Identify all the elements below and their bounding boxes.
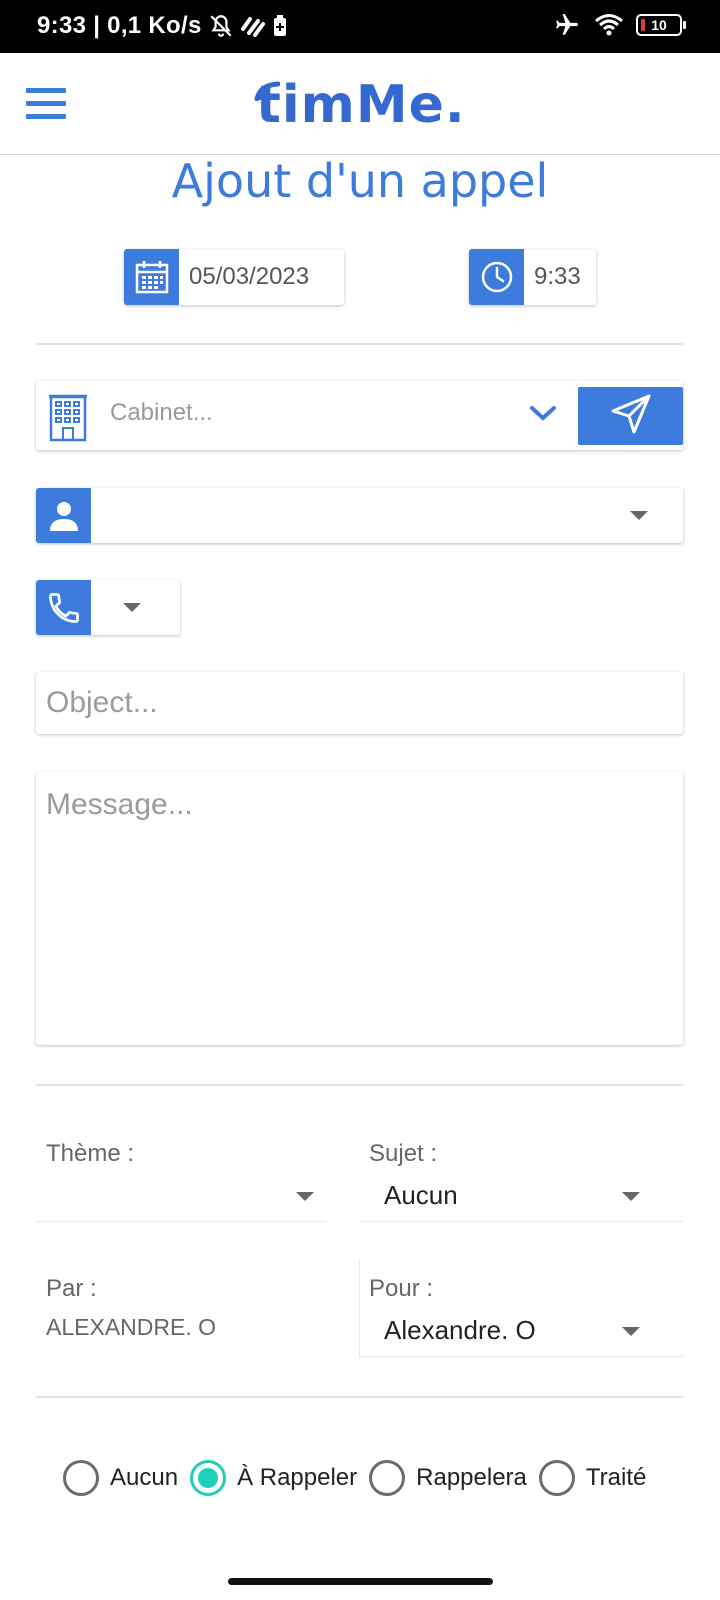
radio-label: Traité — [585, 1464, 647, 1491]
sujet-underline — [360, 1221, 683, 1222]
logo-text: timMe. — [256, 75, 466, 135]
message-field[interactable]: Message... — [36, 772, 683, 1045]
status-radio-group: Aucun À Rappeler Rappelera Traité — [63, 1460, 658, 1496]
radio-a-rappeler[interactable]: À Rappeler — [190, 1460, 357, 1496]
object-field[interactable]: Object... — [36, 672, 683, 734]
time-value: 9:33 — [534, 263, 581, 290]
theme-label: Thème : — [46, 1140, 135, 1167]
radio-label: À Rappeler — [237, 1464, 358, 1491]
radio-circle[interactable] — [538, 1460, 575, 1496]
dropdown-arrow-icon[interactable] — [123, 603, 141, 612]
chevron-down-icon[interactable] — [529, 403, 557, 428]
battery-icon: 10 — [636, 14, 686, 36]
date-value: 05/03/2023 — [189, 263, 310, 290]
radio-rappelera[interactable]: Rappelera — [369, 1460, 527, 1496]
data-saver-icon — [240, 15, 266, 37]
dropdown-arrow-icon[interactable] — [622, 1327, 640, 1336]
contact-select[interactable] — [36, 488, 683, 543]
par-label: Par : — [46, 1275, 97, 1302]
radio-label: Aucun — [110, 1464, 179, 1491]
phone-select[interactable] — [36, 580, 180, 635]
app-logo: timMe. — [254, 75, 466, 135]
wifi-icon — [594, 13, 624, 37]
send-button[interactable] — [578, 387, 683, 445]
radio-aucun[interactable]: Aucun — [63, 1460, 178, 1496]
sujet-value: Aucun — [384, 1180, 458, 1210]
radio-circle[interactable] — [63, 1460, 99, 1496]
divider — [36, 343, 683, 345]
par-value: ALEXANDRE. O — [46, 1314, 216, 1340]
divider — [36, 1084, 683, 1086]
menu-icon[interactable] — [24, 86, 68, 122]
theme-underline — [36, 1221, 326, 1222]
divider — [36, 1396, 683, 1398]
send-icon — [609, 392, 653, 441]
object-placeholder: Object... — [46, 686, 158, 719]
sujet-label: Sujet : — [369, 1140, 438, 1167]
logo-mark-icon — [254, 81, 280, 101]
app-header: timMe. — [0, 53, 720, 155]
radio-label: Rappelera — [416, 1464, 527, 1491]
building-icon — [48, 392, 88, 447]
phone-icon — [36, 580, 91, 635]
status-time-speed: 9:33 | 0,1 Ko/s — [37, 12, 202, 39]
date-picker[interactable]: 05/03/2023 — [124, 249, 344, 305]
clock-icon — [469, 249, 524, 305]
dropdown-arrow-icon[interactable] — [622, 1192, 640, 1201]
message-placeholder: Message... — [46, 788, 193, 821]
battery-level: 10 — [651, 17, 667, 33]
bell-off-icon — [208, 13, 234, 39]
radio-circle[interactable] — [369, 1460, 406, 1496]
dropdown-arrow-icon[interactable] — [296, 1192, 314, 1201]
calendar-icon — [124, 249, 179, 305]
pour-label: Pour : — [369, 1275, 434, 1302]
sujet-select[interactable]: Aucun — [360, 1170, 683, 1222]
theme-select[interactable] — [36, 1170, 326, 1222]
cabinet-input[interactable]: Cabinet... — [110, 399, 213, 427]
dropdown-arrow-icon[interactable] — [630, 511, 648, 520]
page-title: Ajout d'un appel — [171, 154, 549, 208]
time-picker[interactable]: 9:33 — [469, 249, 596, 305]
status-left: 9:33 | 0,1 Ko/s — [37, 12, 288, 40]
status-right: 10 — [552, 12, 686, 38]
pour-underline — [360, 1356, 683, 1357]
radio-circle-checked[interactable] — [190, 1460, 227, 1496]
pour-value: Alexandre. O — [384, 1315, 536, 1345]
radio-traite[interactable]: Traité — [538, 1460, 647, 1496]
status-bar: 9:33 | 0,1 Ko/s 10 — [0, 0, 720, 53]
home-indicator[interactable] — [228, 1578, 493, 1585]
battery-saver-icon — [272, 14, 288, 38]
person-icon — [36, 488, 91, 543]
airplane-icon — [552, 12, 582, 38]
pour-select[interactable]: Alexandre. O — [360, 1305, 683, 1357]
